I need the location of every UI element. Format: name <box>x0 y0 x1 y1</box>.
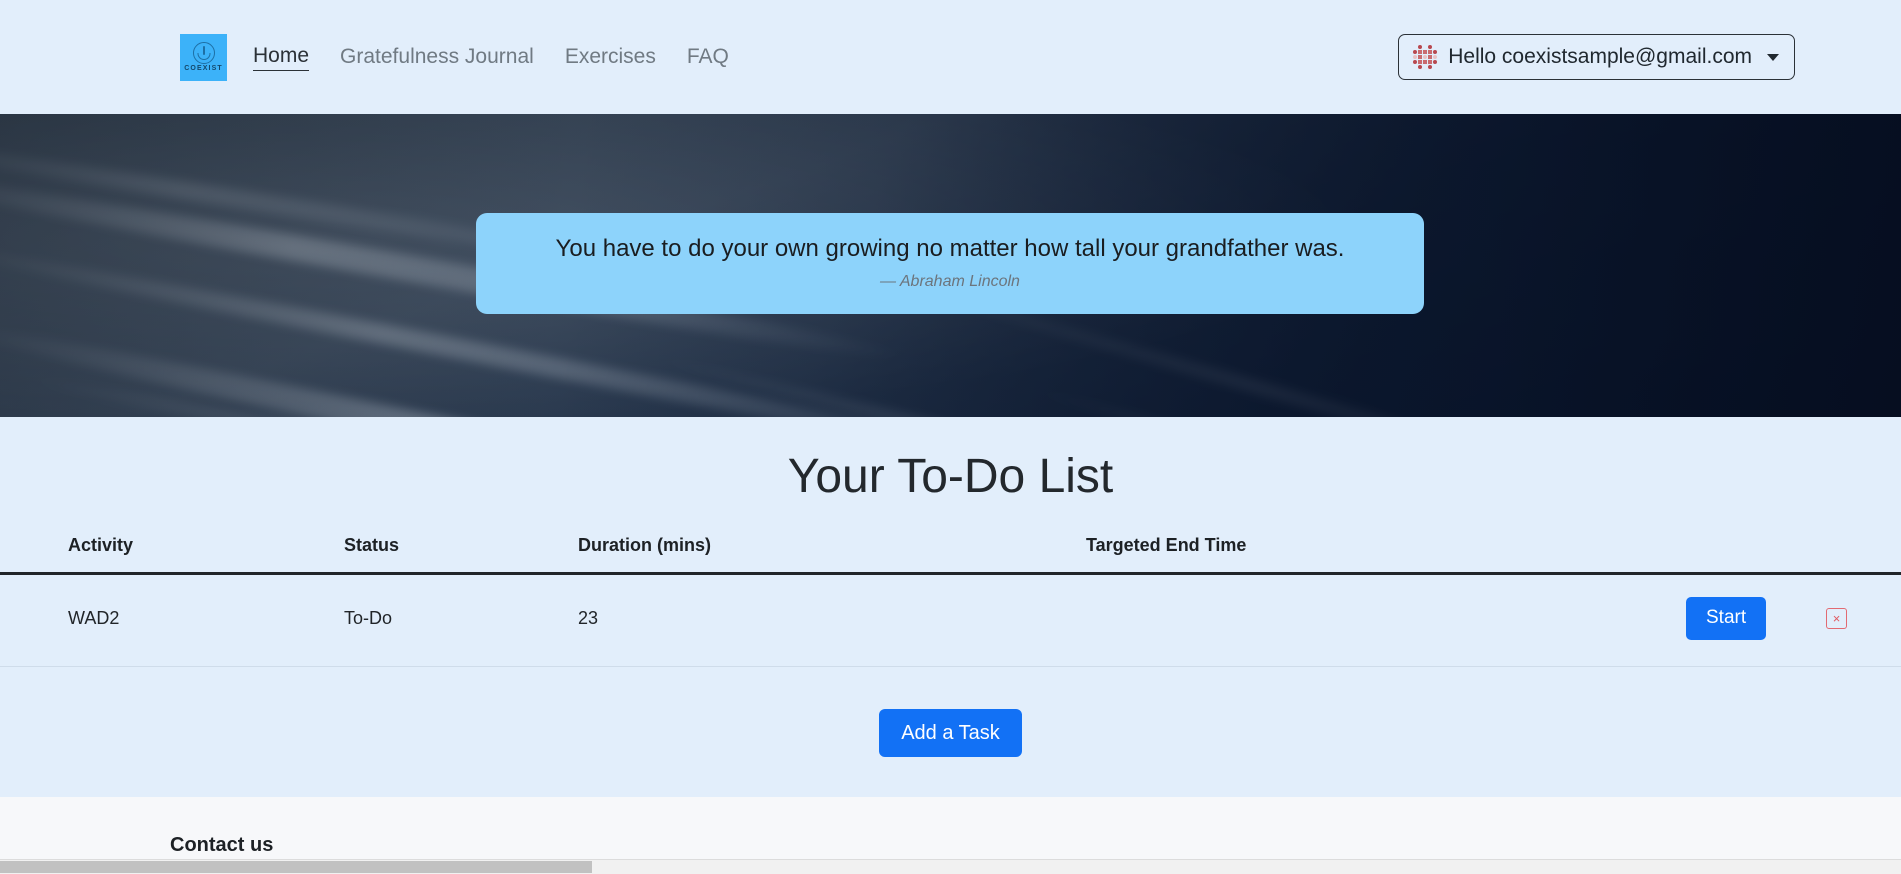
nav-link-gratefulness-journal[interactable]: Gratefulness Journal <box>340 44 534 69</box>
chevron-down-icon <box>1767 53 1779 61</box>
footer-title: Contact us <box>170 833 274 856</box>
top-navbar: COEXIST Home Gratefulness Journal Exerci… <box>0 0 1901 114</box>
page-root: COEXIST Home Gratefulness Journal Exerci… <box>0 0 1901 874</box>
column-header-status: Status <box>344 535 578 575</box>
nav-links: Home Gratefulness Journal Exercises FAQ <box>253 43 729 72</box>
cell-status: To-Do <box>344 573 578 667</box>
table-header-row: Activity Status Duration (mins) Targeted… <box>0 535 1901 575</box>
todo-section: Your To-Do List Activity Status Duration… <box>0 417 1901 797</box>
user-menu-button[interactable]: Hello coexistsample@gmail.com <box>1398 34 1795 80</box>
page-title: Your To-Do List <box>787 450 1114 503</box>
user-menu-label: Hello coexistsample@gmail.com <box>1448 45 1752 68</box>
table-row: WAD2 To-Do 23 Start × <box>0 573 1901 667</box>
cell-activity: WAD2 <box>0 573 344 667</box>
hero-banner: You have to do your own growing no matte… <box>0 114 1901 417</box>
quote-author: — Abraham Lincoln <box>880 273 1020 291</box>
nav-link-faq[interactable]: FAQ <box>687 44 729 69</box>
cell-delete: × <box>1826 573 1901 667</box>
quote-card: You have to do your own growing no matte… <box>476 213 1424 314</box>
scrollbar-thumb[interactable] <box>0 861 592 873</box>
column-header-delete <box>1826 535 1901 575</box>
todo-table: Activity Status Duration (mins) Targeted… <box>0 535 1901 667</box>
identicon-avatar-icon <box>1413 45 1438 69</box>
start-button[interactable]: Start <box>1686 597 1767 640</box>
column-header-activity: Activity <box>0 535 344 575</box>
cell-duration: 23 <box>578 573 1086 667</box>
horizontal-scrollbar[interactable] <box>0 859 1901 874</box>
quote-text: You have to do your own growing no matte… <box>555 235 1345 262</box>
column-header-action <box>1686 535 1826 575</box>
cell-action: Start <box>1686 573 1826 667</box>
column-header-duration: Duration (mins) <box>578 535 1086 575</box>
todo-table-body: WAD2 To-Do 23 Start × <box>0 573 1901 667</box>
brand-wordmark: COEXIST <box>184 65 223 72</box>
column-header-targeted-end-time: Targeted End Time <box>1086 535 1686 575</box>
add-task-wrap: Add a Task <box>0 708 1901 757</box>
nav-link-home[interactable]: Home <box>253 43 310 72</box>
delete-task-button[interactable]: × <box>1826 607 1847 629</box>
cell-targeted-end-time <box>1086 573 1686 667</box>
coexist-logo-icon[interactable]: COEXIST <box>180 33 227 81</box>
todo-table-head: Activity Status Duration (mins) Targeted… <box>0 535 1901 575</box>
coexist-emblem-icon <box>192 42 215 64</box>
nav-link-exercises[interactable]: Exercises <box>565 44 656 69</box>
todo-table-wrap: Activity Status Duration (mins) Targeted… <box>0 535 1901 667</box>
add-task-button[interactable]: Add a Task <box>879 708 1022 757</box>
